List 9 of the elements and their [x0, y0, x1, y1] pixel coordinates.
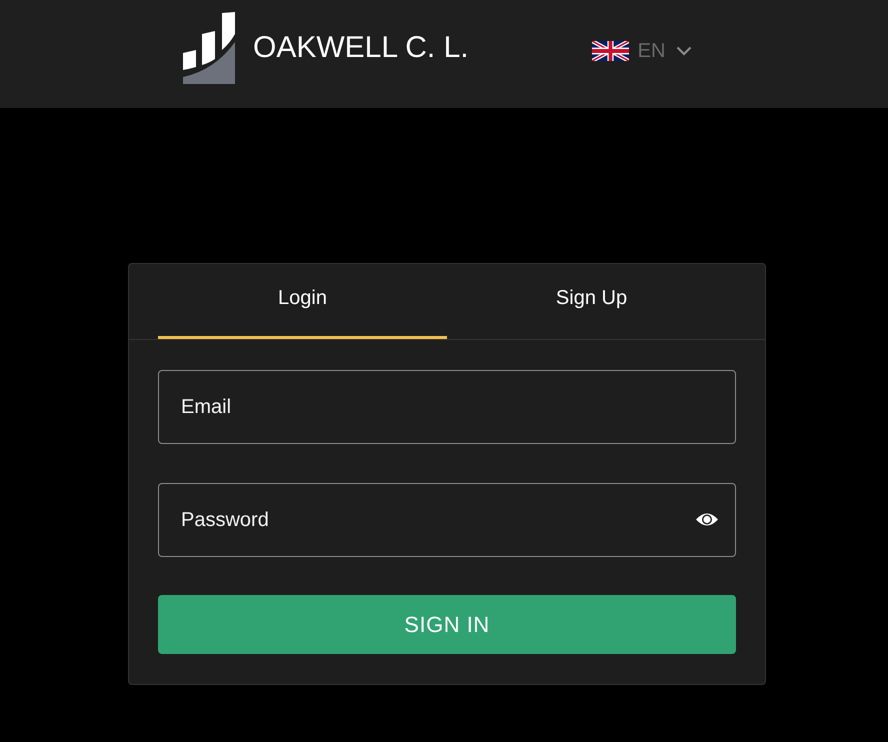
eye-icon[interactable] [695, 511, 719, 528]
password-field[interactable]: Password [158, 483, 736, 557]
tab[interactable]: Login [158, 264, 447, 339]
flag-icon [592, 41, 629, 61]
brand-name: OAKWELL C. L. [253, 30, 469, 66]
tab[interactable]: Sign Up [447, 264, 736, 339]
email-field[interactable]: Email [158, 370, 736, 444]
chevron-down-icon [676, 46, 692, 56]
logo-icon [183, 12, 235, 84]
